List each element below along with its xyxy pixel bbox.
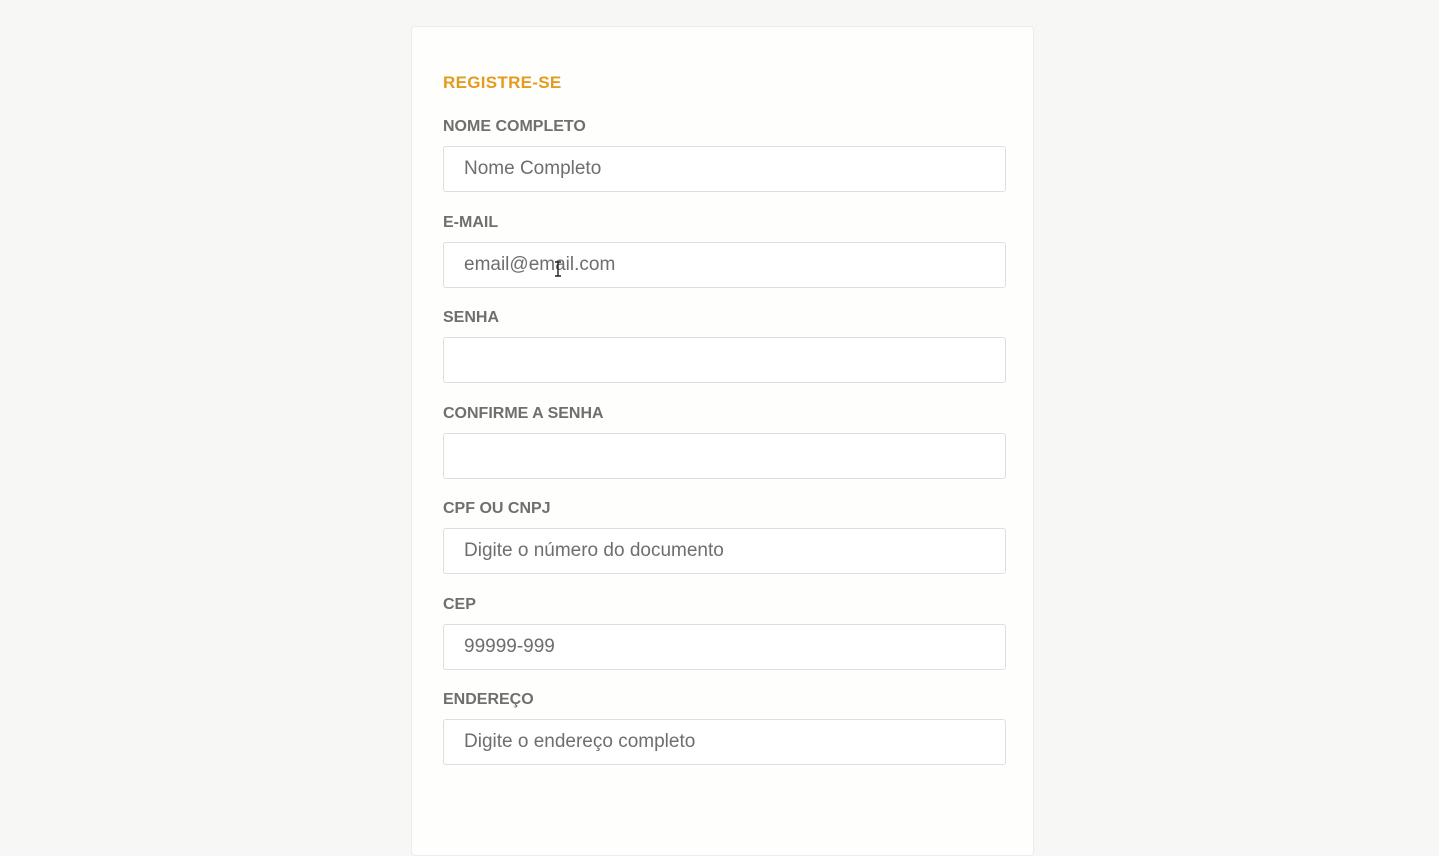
- cep-input[interactable]: [443, 624, 1006, 670]
- nome-completo-input[interactable]: [443, 146, 1006, 192]
- page-title: REGISTRE-SE: [443, 73, 562, 92]
- confirme-senha-input[interactable]: [443, 433, 1006, 479]
- endereco-label: ENDEREÇO: [443, 691, 534, 708]
- cpf-cnpj-input[interactable]: [443, 528, 1006, 574]
- field-senha: SENHA: [443, 307, 1006, 383]
- field-endereco: ENDEREÇO: [443, 689, 1006, 765]
- register-card: REGISTRE-SE NOME COMPLETO E-MAIL SENHA C…: [411, 26, 1034, 856]
- confirme-senha-label: CONFIRME A SENHA: [443, 405, 604, 422]
- endereco-input[interactable]: [443, 719, 1006, 765]
- email-label: E-MAIL: [443, 214, 499, 231]
- field-email: E-MAIL: [443, 212, 1006, 288]
- senha-input[interactable]: [443, 337, 1006, 383]
- field-cpf-cnpj: CPF OU CNPJ: [443, 498, 1006, 574]
- cpf-cnpj-label: CPF OU CNPJ: [443, 500, 551, 517]
- field-confirme-senha: CONFIRME A SENHA: [443, 403, 1006, 479]
- email-input[interactable]: [443, 242, 1006, 288]
- field-nome-completo: NOME COMPLETO: [443, 116, 1006, 192]
- nome-completo-label: NOME COMPLETO: [443, 118, 586, 135]
- senha-label: SENHA: [443, 309, 500, 326]
- cep-label: CEP: [443, 596, 476, 613]
- field-cep: CEP: [443, 594, 1006, 670]
